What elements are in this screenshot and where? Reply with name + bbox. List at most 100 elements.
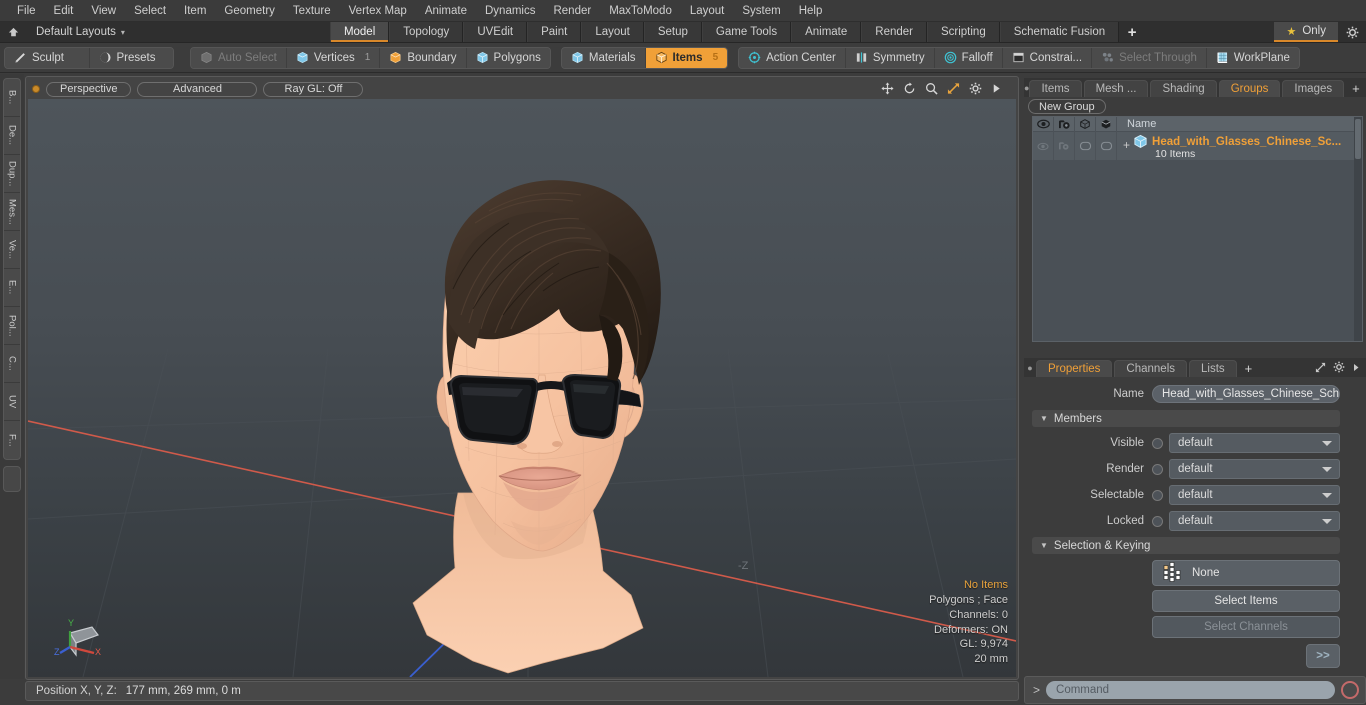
layout-tab-setup[interactable]: Setup	[643, 22, 702, 42]
vertices-button[interactable]: Vertices 1	[286, 47, 381, 68]
menu-item-system[interactable]: System	[733, 0, 789, 22]
left-tab-basic[interactable]: B...	[4, 79, 20, 117]
select-through-button[interactable]: Select Through	[1092, 47, 1207, 68]
scrollbar-thumb[interactable]	[1355, 119, 1361, 159]
gear-icon[interactable]	[1338, 22, 1366, 42]
viewport-projection-dropdown[interactable]: Perspective	[46, 81, 132, 97]
layout-tab-uvedit[interactable]: UVEdit	[463, 22, 528, 42]
groups-tree-empty-area[interactable]	[1033, 160, 1354, 341]
menu-item-texture[interactable]: Texture	[284, 0, 340, 22]
gear-icon[interactable]	[969, 82, 982, 97]
materials-button[interactable]: Materials	[561, 47, 646, 68]
layout-tab-topology[interactable]: Topology	[389, 22, 464, 42]
menu-item-help[interactable]: Help	[790, 0, 832, 22]
viewport-active-dot[interactable]	[32, 85, 40, 93]
left-tab-duplicate[interactable]: Dup...	[4, 155, 20, 193]
left-tab-mesh[interactable]: Mes...	[4, 193, 20, 231]
tab-properties[interactable]: Properties	[1036, 360, 1113, 377]
constraint-button[interactable]: Constrai...	[1002, 47, 1093, 68]
gear-icon[interactable]	[1333, 361, 1345, 376]
expand-icon[interactable]	[1315, 362, 1326, 376]
add-tab-button[interactable]: +	[1346, 80, 1366, 97]
left-tab-edge[interactable]: E...	[4, 269, 20, 307]
table-row[interactable]: + Head_with_Glasses_Chinese_Sc... 10 Ite…	[1033, 132, 1362, 160]
render-icon[interactable]	[1054, 117, 1075, 132]
left-tab-deform[interactable]: De...	[4, 117, 20, 155]
row-lock-toggle[interactable]	[1096, 132, 1117, 160]
axis-gizmo[interactable]: Y X Z	[54, 613, 110, 665]
locked-radio[interactable]	[1152, 515, 1163, 527]
cube-solid-icon[interactable]	[1096, 117, 1117, 132]
visible-radio[interactable]	[1152, 437, 1163, 449]
row-render-toggle[interactable]	[1054, 132, 1075, 160]
layout-tab-render[interactable]: Render	[861, 22, 927, 42]
sculpt-button[interactable]: Sculpt	[5, 47, 90, 68]
new-group-button[interactable]: New Group	[1028, 99, 1106, 114]
menu-item-file[interactable]: File	[8, 0, 45, 22]
tab-images[interactable]: Images	[1282, 80, 1345, 97]
boundary-button[interactable]: Boundary	[380, 47, 467, 68]
symmetry-button[interactable]: Symmetry	[845, 47, 935, 68]
none-selection-button[interactable]: None	[1152, 560, 1340, 586]
menu-item-maxtomodo[interactable]: MaxToModo	[600, 0, 681, 22]
menu-item-vertex-map[interactable]: Vertex Map	[340, 0, 416, 22]
groups-tree-scrollbar[interactable]	[1354, 117, 1362, 341]
menu-item-item[interactable]: Item	[175, 0, 215, 22]
layout-tab-scripting[interactable]: Scripting	[926, 22, 1000, 42]
move-icon[interactable]	[881, 81, 894, 97]
row-name-cell[interactable]: + Head_with_Glasses_Chinese_Sc... 10 Ite…	[1117, 132, 1362, 160]
name-field[interactable]: Head_with_Glasses_Chinese_Schoolb	[1152, 385, 1340, 403]
default-layouts-dropdown[interactable]: Default Layouts ▾	[26, 22, 135, 42]
layout-tab-game-tools[interactable]: Game Tools	[701, 22, 792, 42]
menu-item-edit[interactable]: Edit	[45, 0, 83, 22]
locked-dropdown[interactable]: default	[1169, 511, 1340, 531]
menu-item-view[interactable]: View	[82, 0, 125, 22]
only-toggle-button[interactable]: ★ Only	[1274, 22, 1338, 42]
expand-row-button[interactable]: +	[1123, 139, 1130, 151]
add-properties-tab-button[interactable]: +	[1239, 360, 1259, 377]
select-items-button[interactable]: Select Items	[1152, 590, 1340, 612]
tab-items[interactable]: Items	[1029, 80, 1082, 97]
menu-item-animate[interactable]: Animate	[416, 0, 476, 22]
menu-item-render[interactable]: Render	[544, 0, 600, 22]
left-tab-uv[interactable]: UV	[4, 383, 20, 421]
tab-lists[interactable]: Lists	[1189, 360, 1237, 377]
polygons-button[interactable]: Polygons	[466, 47, 550, 68]
row-eye-toggle[interactable]	[1033, 132, 1054, 160]
layout-tab-paint[interactable]: Paint	[527, 22, 582, 42]
layout-tab-layout[interactable]: Layout	[581, 22, 644, 42]
tab-channels[interactable]: Channels	[1114, 360, 1188, 377]
workplane-button[interactable]: WorkPlane	[1206, 47, 1299, 68]
layout-tab-animate[interactable]: Animate	[791, 22, 862, 42]
viewport-shading-dropdown[interactable]: Advanced	[137, 81, 258, 97]
layout-tab-model[interactable]: Model	[329, 22, 390, 42]
selection-keying-section-header[interactable]: ▼ Selection & Keying	[1032, 537, 1340, 554]
left-tab-polygon[interactable]: Pol...	[4, 307, 20, 345]
left-tab-fusion[interactable]: F...	[4, 421, 20, 459]
more-options-button[interactable]: >>	[1306, 644, 1340, 668]
items-button[interactable]: Items 5	[645, 47, 728, 68]
presets-button[interactable]: Presets	[89, 47, 173, 68]
menu-item-select[interactable]: Select	[125, 0, 175, 22]
menu-item-layout[interactable]: Layout	[681, 0, 734, 22]
falloff-button[interactable]: Falloff	[934, 47, 1003, 68]
menu-item-dynamics[interactable]: Dynamics	[476, 0, 544, 22]
viewport-3d-canvas[interactable]: -Z No Items Polygons ; Face Channels: 0 …	[28, 99, 1016, 677]
eye-icon[interactable]	[1033, 117, 1054, 132]
tab-mesh-ops[interactable]: Mesh ...	[1083, 80, 1149, 97]
play-icon[interactable]	[991, 83, 1002, 96]
visible-dropdown[interactable]: default	[1169, 433, 1340, 453]
left-tab-extra[interactable]	[3, 466, 21, 492]
zoom-icon[interactable]	[925, 82, 938, 97]
rotate-icon[interactable]	[903, 82, 916, 97]
layout-tab-schematic-fusion[interactable]: Schematic Fusion	[999, 22, 1120, 42]
viewport-raygl-toggle[interactable]: Ray GL: Off	[263, 81, 364, 97]
home-icon[interactable]	[0, 22, 26, 42]
left-tab-curve[interactable]: C...	[4, 345, 20, 383]
cube-outline-icon[interactable]	[1075, 117, 1096, 132]
render-dropdown[interactable]: default	[1169, 459, 1340, 479]
members-section-header[interactable]: ▼ Members	[1032, 410, 1340, 427]
action-center-button[interactable]: Action Center	[739, 47, 846, 68]
auto-select-button[interactable]: Auto Select	[191, 47, 287, 68]
render-radio[interactable]	[1152, 463, 1163, 475]
